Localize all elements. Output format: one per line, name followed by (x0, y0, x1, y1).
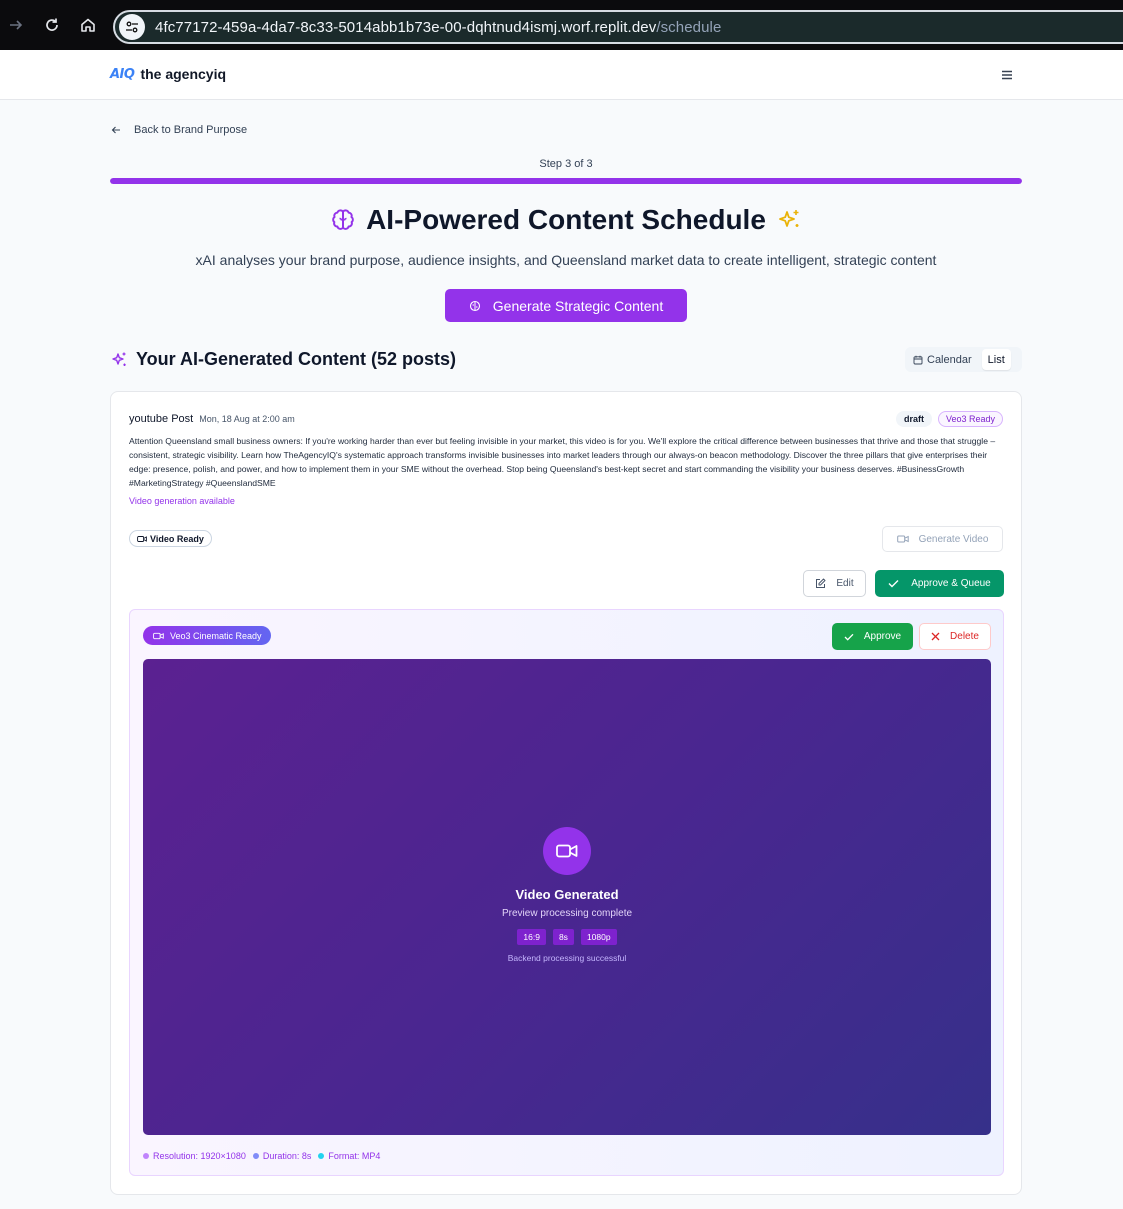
video-camera-icon (137, 535, 147, 542)
veo3-ready-badge: Veo3 Ready (937, 411, 1003, 427)
list-view-button[interactable]: List (981, 349, 1011, 370)
brand-name: the agencyiq (140, 66, 227, 82)
arrow-left-icon (111, 126, 120, 134)
generate-strategic-content-label: Generate Strategic Content (492, 297, 664, 314)
edit-icon (816, 578, 826, 588)
calendar-view-label: Calendar (927, 353, 972, 366)
meta-duration-label: Duration: 8s (262, 1151, 312, 1161)
approve-and-queue-button[interactable]: Approve & Queue (875, 570, 1004, 597)
address-bar[interactable]: 4fc77172-459a-4da7-8c33-5014abb1b73e-00-… (113, 10, 1123, 44)
step-indicator: Step 3 of 3 (539, 158, 593, 170)
content-section-title: Your AI-Generated Content (52 posts) (136, 349, 457, 369)
brain-icon (469, 300, 480, 311)
sparkles-icon (779, 210, 799, 227)
back-link[interactable]: Back to Brand Purpose (110, 124, 247, 136)
post-badges: draft Veo3 Ready (895, 411, 1003, 427)
list-view-label: List (987, 353, 1005, 366)
video-camera-icon (556, 844, 578, 858)
edit-label: Edit (836, 578, 854, 589)
veo3-cinematic-label: Veo3 Cinematic Ready (170, 630, 262, 641)
hamburger-menu-icon[interactable] (999, 68, 1015, 82)
meta-duration: Duration: 8s (252, 1151, 312, 1161)
status-badge: draft (895, 411, 932, 427)
video-generated-title: Video Generated (515, 887, 619, 902)
back-link-label: Back to Brand Purpose (134, 124, 248, 136)
page-subtitle: xAI analyses your brand purpose, audienc… (195, 252, 937, 268)
close-icon (931, 632, 940, 641)
delete-button[interactable]: Delete (919, 623, 991, 650)
video-status-overlay: Video Generated Preview processing compl… (143, 827, 991, 963)
generate-strategic-content-button[interactable]: Generate Strategic Content (445, 289, 687, 322)
url-path: /schedule (656, 18, 722, 36)
view-toggle: Calendar List (905, 347, 1022, 372)
post-header: youtube Post Mon, 18 Aug at 2:00 am (129, 413, 295, 425)
logo-mark: AIQ (110, 66, 135, 82)
video-ready-label: Video Ready (150, 533, 204, 544)
approve-button[interactable]: Approve (832, 623, 913, 650)
content-section-header: Your AI-Generated Content (52 posts) (110, 349, 456, 370)
video-preview-panel: Veo3 Cinematic Ready Approve Delete Vide… (129, 609, 1004, 1176)
post-platform: youtube Post (129, 413, 194, 425)
home-icon[interactable] (77, 14, 99, 36)
video-camera-icon (153, 632, 164, 639)
generate-video-button[interactable]: Generate Video (882, 526, 1003, 552)
site-settings-icon[interactable] (119, 14, 145, 40)
meta-resolution: Resolution: 1920×1080 (143, 1151, 246, 1161)
page-title-row: AI-Powered Content Schedule (110, 204, 1022, 236)
backend-status-note: Backend processing successful (507, 953, 627, 963)
page-title: AI-Powered Content Schedule (366, 204, 766, 235)
video-availability-note: Video generation available (129, 496, 235, 506)
edit-button[interactable]: Edit (803, 570, 866, 597)
browser-toolbar: 4fc77172-459a-4da7-8c33-5014abb1b73e-00-… (0, 0, 1123, 50)
meta-format: Format: MP4 (318, 1151, 380, 1161)
step-progress-bar (110, 178, 1022, 184)
meta-resolution-label: Resolution: 1920×1080 (153, 1151, 246, 1161)
video-meta: Resolution: 1920×1080 Duration: 8s Forma… (143, 1151, 380, 1161)
calendar-icon (913, 355, 923, 364)
progress-fill (110, 178, 1022, 184)
meta-dot (252, 1153, 259, 1159)
delete-label: Delete (950, 631, 979, 642)
duration-tag: 8s (552, 929, 574, 945)
check-icon (844, 633, 854, 641)
post-date: Mon, 18 Aug at 2:00 am (199, 414, 295, 424)
aspect-ratio-tag: 16:9 (517, 929, 546, 945)
brain-icon (332, 209, 354, 230)
video-icon-circle (543, 827, 591, 875)
meta-dot (318, 1153, 325, 1159)
sparkles-icon (112, 352, 126, 366)
reload-icon[interactable] (41, 14, 63, 36)
resolution-tag: 1080p (580, 929, 617, 945)
video-player[interactable]: Video Generated Preview processing compl… (143, 659, 991, 1135)
approve-label: Approve (863, 631, 902, 642)
post-body: Attention Queensland small business owne… (129, 436, 996, 488)
video-generated-subtitle: Preview processing complete (501, 908, 633, 919)
app-header: AIQ the agencyiq (0, 50, 1123, 100)
veo3-cinematic-badge: Veo3 Cinematic Ready (143, 626, 271, 645)
video-camera-icon (896, 535, 909, 543)
url-host: 4fc77172-459a-4da7-8c33-5014abb1b73e-00-… (155, 18, 657, 36)
post-card: youtube Post Mon, 18 Aug at 2:00 am draf… (110, 391, 1022, 1195)
brand-logo[interactable]: AIQ the agencyiq (110, 66, 226, 82)
meta-dot (143, 1153, 149, 1159)
approve-and-queue-label: Approve & Queue (911, 578, 991, 589)
forward-icon[interactable] (5, 14, 27, 36)
url-text: 4fc77172-459a-4da7-8c33-5014abb1b73e-00-… (155, 19, 721, 36)
video-ready-chip: Video Ready (129, 530, 212, 547)
check-icon (888, 580, 899, 588)
video-spec-tags: 16:9 8s 1080p (517, 929, 617, 945)
calendar-view-button[interactable]: Calendar (907, 349, 978, 370)
meta-format-label: Format: MP4 (328, 1151, 381, 1161)
generate-video-label: Generate Video (918, 533, 989, 545)
